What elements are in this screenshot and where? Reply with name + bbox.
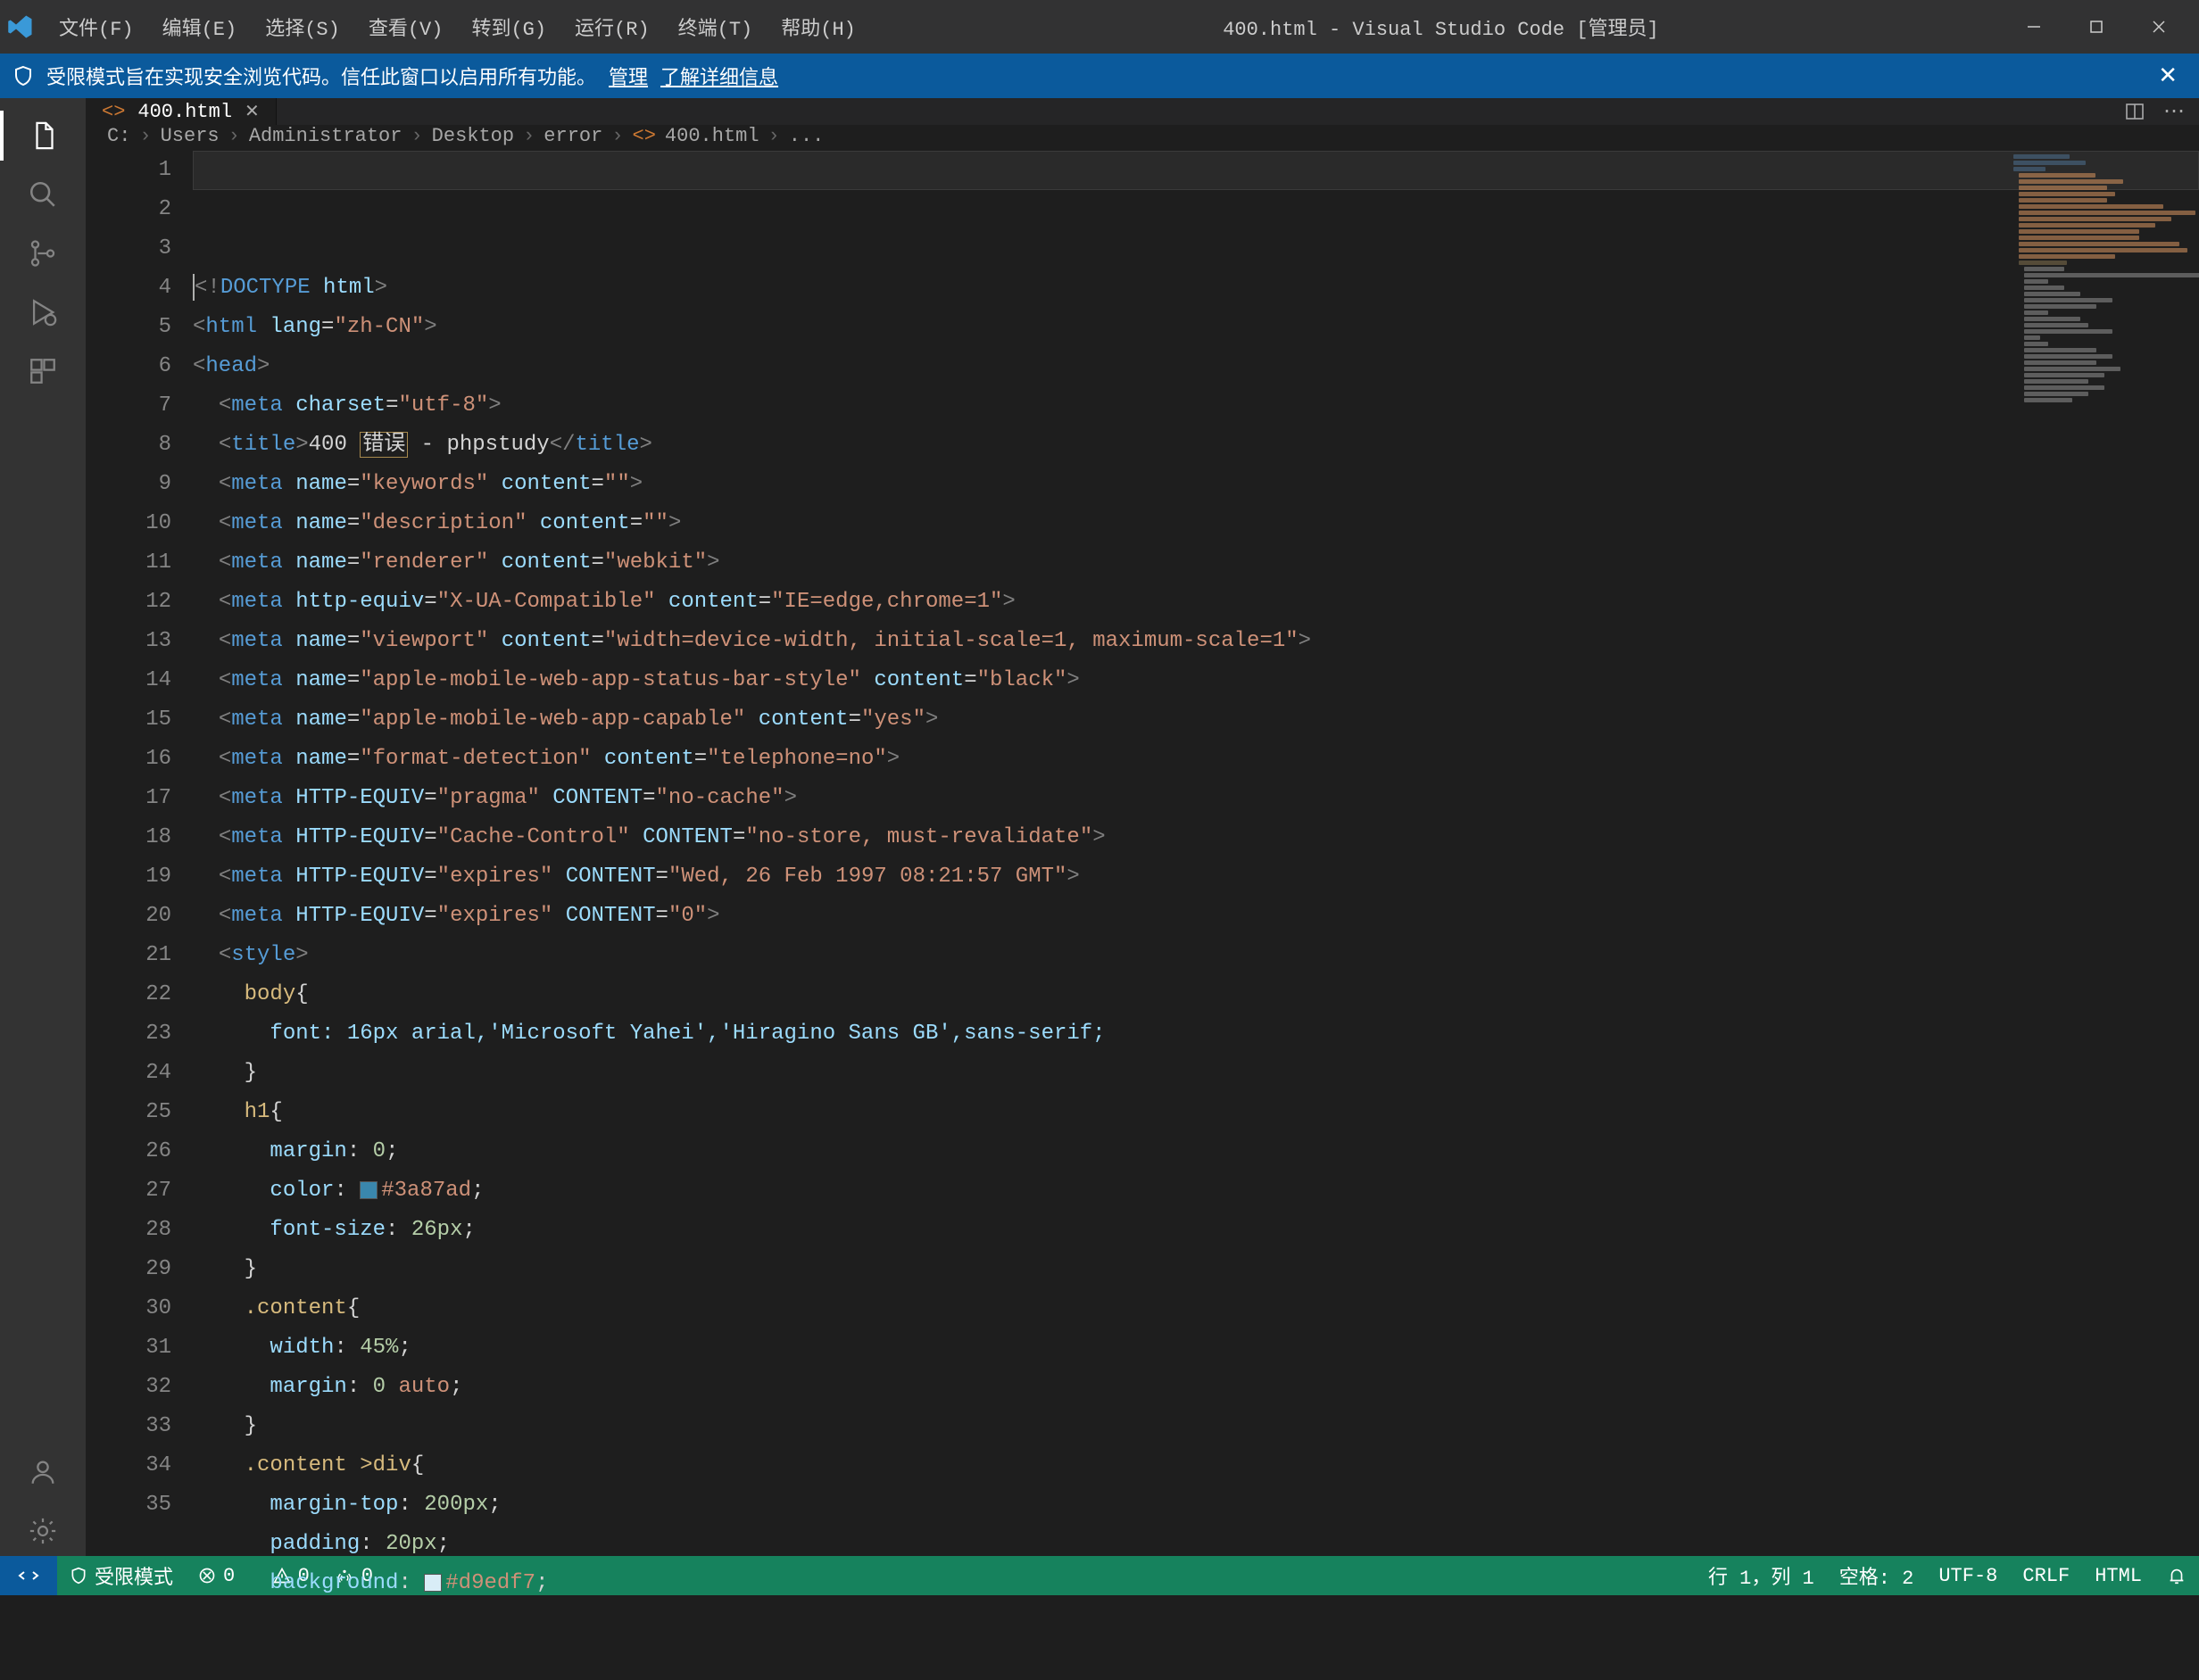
activity-bar [0, 98, 86, 1556]
menu-terminal[interactable]: 终端(T) [664, 5, 768, 48]
title-bar: 文件(F) 编辑(E) 选择(S) 查看(V) 转到(G) 运行(R) 终端(T… [0, 0, 2199, 54]
activity-explorer-icon[interactable] [0, 111, 86, 161]
tab-label: 400.html [137, 101, 232, 123]
split-editor-icon[interactable] [2124, 101, 2145, 122]
maximize-button[interactable] [2074, 9, 2119, 45]
activity-settings-icon[interactable] [18, 1506, 68, 1556]
menu-bar: 文件(F) 编辑(E) 选择(S) 查看(V) 转到(G) 运行(R) 终端(T… [45, 5, 870, 48]
html-file-icon: <> [102, 101, 125, 123]
activity-extensions-icon[interactable] [18, 346, 68, 396]
minimize-button[interactable] [2012, 9, 2056, 45]
breadcrumb[interactable]: C:›Users›Administrator›Desktop›error›<> … [86, 125, 2199, 147]
restricted-learn-link[interactable]: 了解详细信息 [660, 62, 778, 90]
menu-run[interactable]: 运行(R) [560, 5, 664, 48]
remote-indicator[interactable] [0, 1556, 57, 1595]
restricted-manage-link[interactable]: 管理 [609, 62, 648, 90]
restricted-text: 受限模式旨在实现安全浏览代码。信任此窗口以启用所有功能。 [46, 62, 596, 90]
tab-400-html[interactable]: <> 400.html ✕ [86, 98, 277, 125]
vscode-logo-icon [7, 13, 34, 40]
close-button[interactable] [2137, 9, 2181, 45]
activity-debug-icon[interactable] [18, 287, 68, 337]
menu-select[interactable]: 选择(S) [251, 5, 354, 48]
menu-help[interactable]: 帮助(H) [767, 5, 870, 48]
code-editor[interactable]: <!DOCTYPE html><html lang="zh-CN"><head>… [193, 147, 2199, 1680]
activity-search-icon[interactable] [18, 170, 68, 219]
line-number-gutter: 1234567891011121314151617181920212223242… [86, 147, 193, 1680]
activity-account-icon[interactable] [18, 1447, 68, 1497]
window-title: 400.html - Visual Studio Code [管理员] [870, 12, 2012, 41]
activity-scm-icon[interactable] [18, 228, 68, 278]
menu-go[interactable]: 转到(G) [457, 5, 560, 48]
editor-tabs: <> 400.html ✕ ⋯ [86, 98, 2199, 125]
menu-file[interactable]: 文件(F) [45, 5, 148, 48]
tab-close-icon[interactable]: ✕ [245, 100, 260, 123]
restricted-mode-bar: 受限模式旨在实现安全浏览代码。信任此窗口以启用所有功能。 管理 了解详细信息 ✕ [0, 54, 2199, 98]
menu-view[interactable]: 查看(V) [354, 5, 458, 48]
shield-icon [12, 65, 34, 87]
more-actions-icon[interactable]: ⋯ [2163, 98, 2185, 125]
menu-edit[interactable]: 编辑(E) [148, 5, 252, 48]
infobar-close-icon[interactable]: ✕ [2158, 62, 2187, 90]
